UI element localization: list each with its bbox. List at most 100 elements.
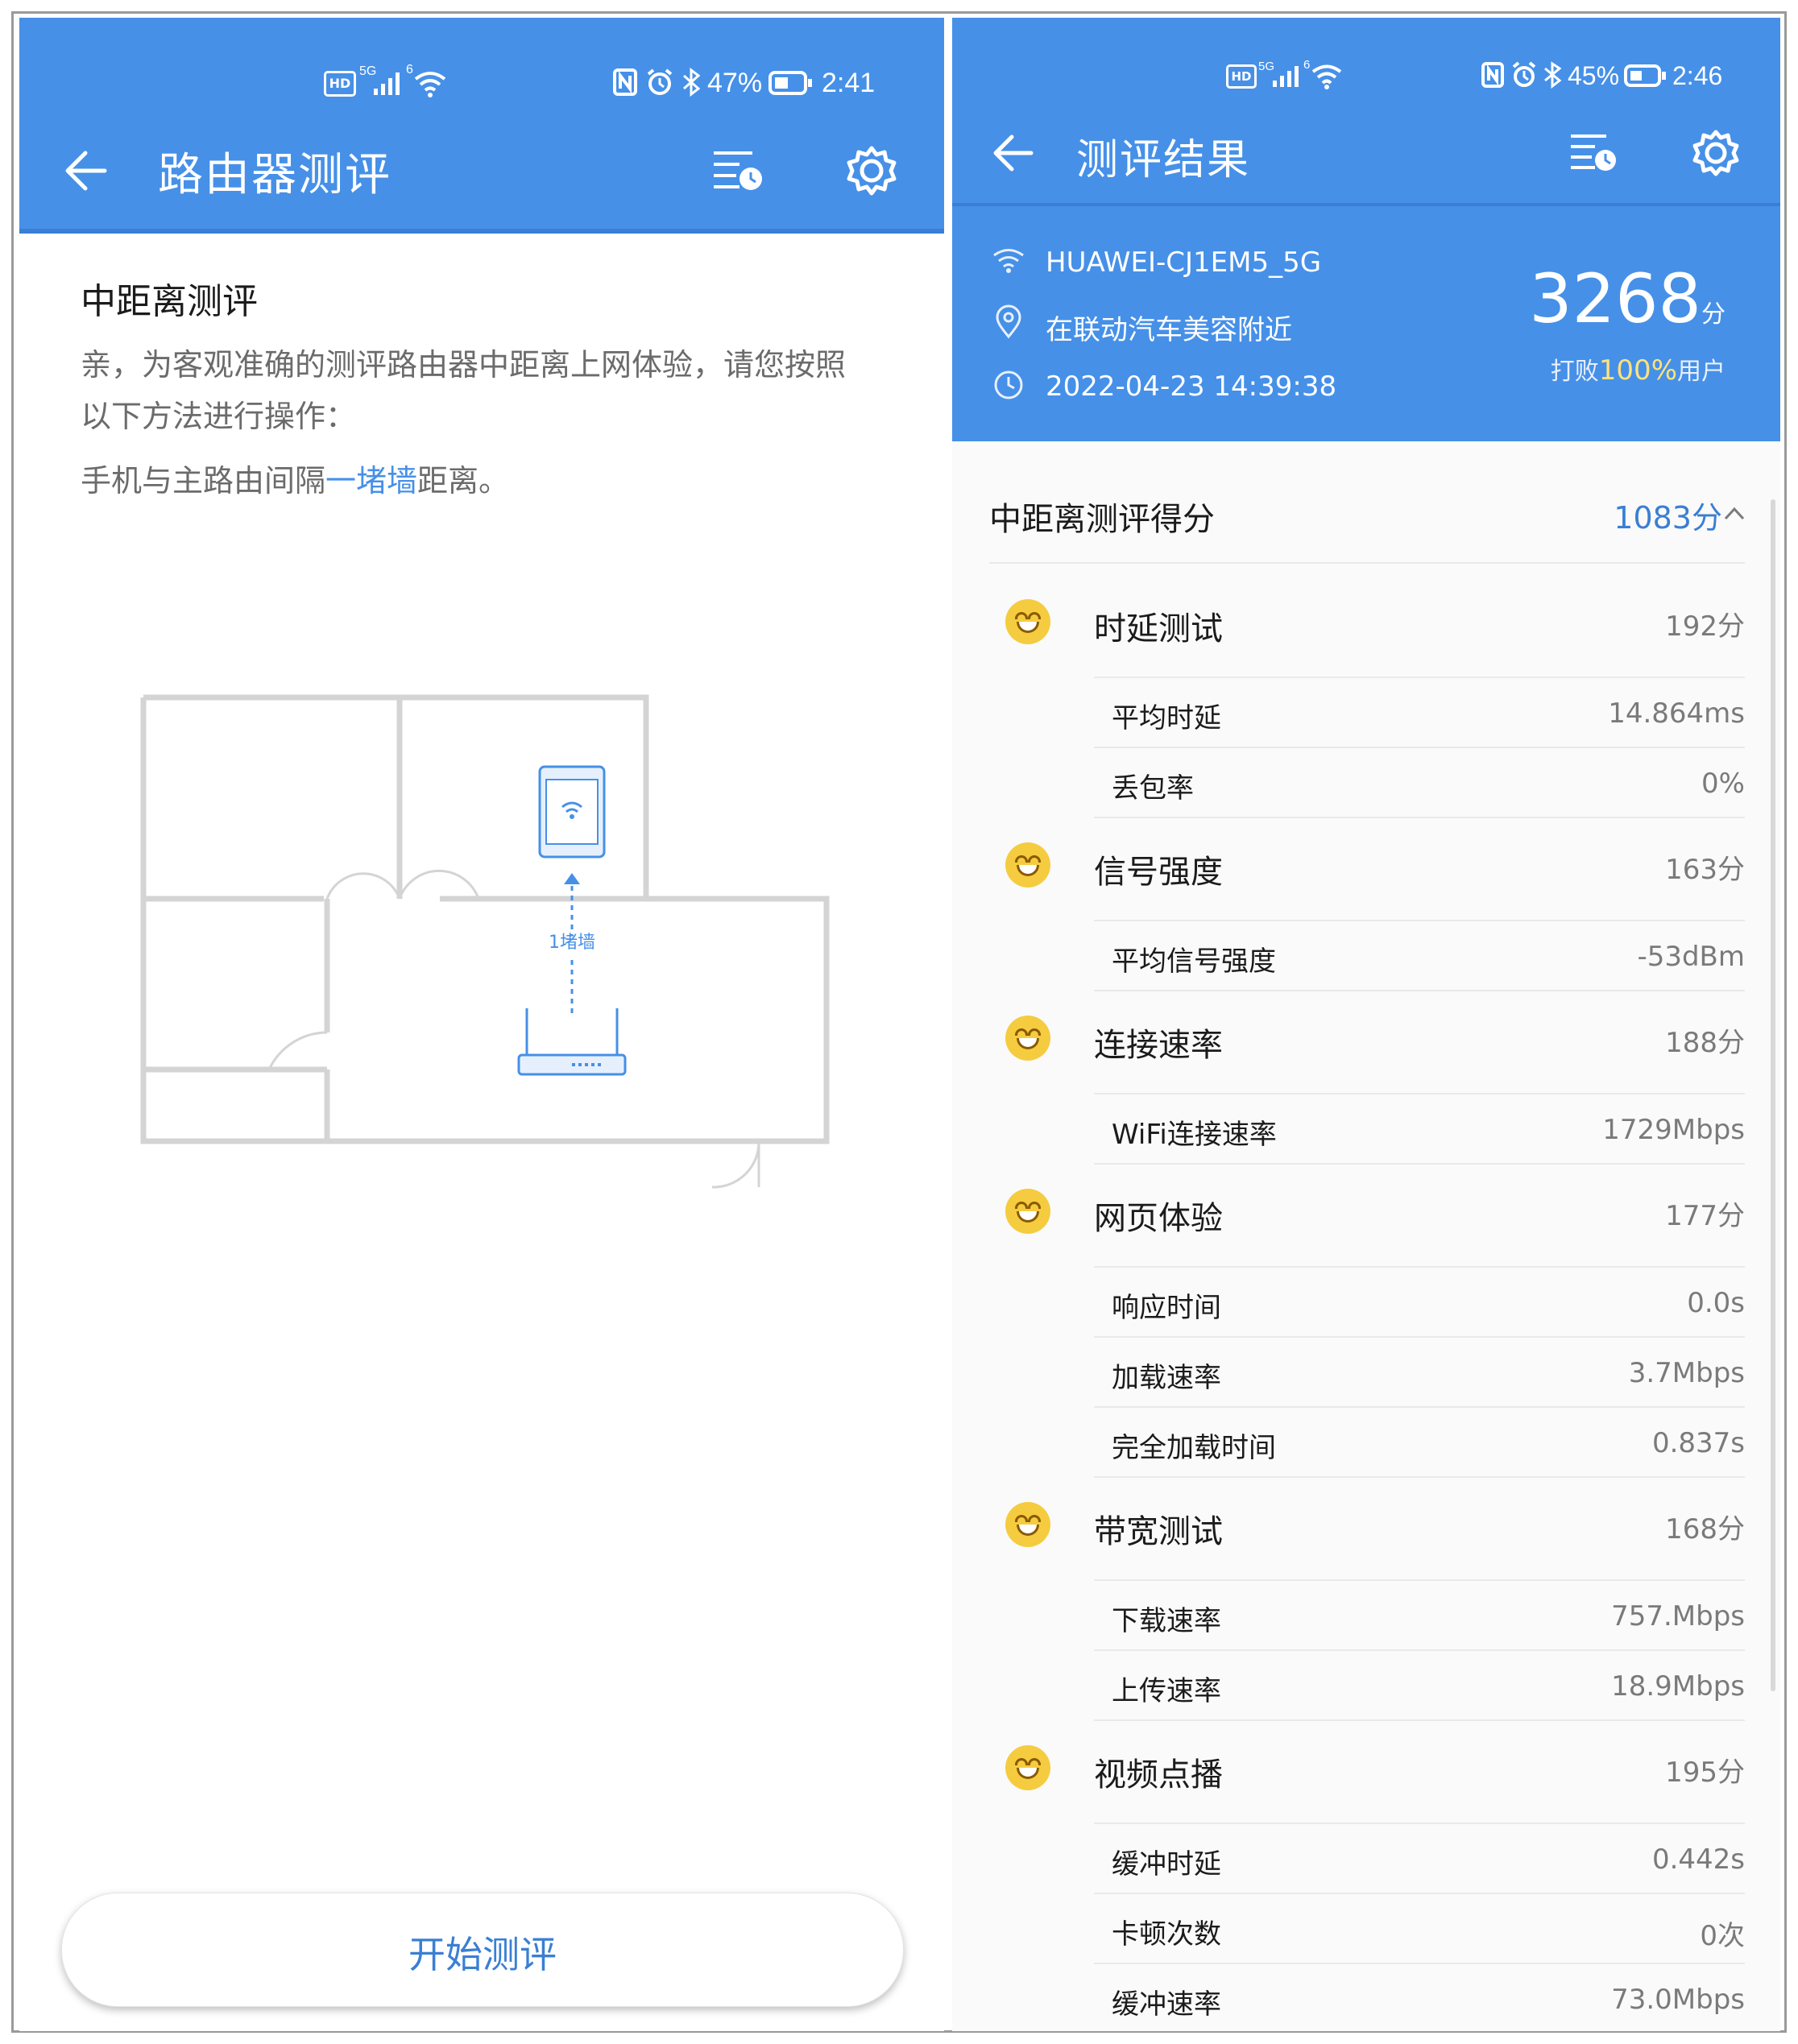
clock-time: 2:41 (822, 68, 876, 98)
beat-prefix: 打败 (1550, 358, 1599, 386)
metric-label: 丢包率 (1112, 772, 1194, 805)
app-header: HD 5G 6 47% 2:41 路由器测评 (19, 18, 944, 234)
settings-gear-icon[interactable] (1692, 129, 1740, 177)
metric-row: 平均时延 14.864ms (1094, 677, 1745, 748)
metric-row: 上传速率 18.9Mbps (1094, 1649, 1745, 1721)
metric-value: 0.442s (1651, 1843, 1745, 1876)
section-score-header[interactable]: 中距离测评得分 1083分 (989, 469, 1745, 564)
wifi-name: HUAWEI-CJ1EM5_5G (1046, 246, 1322, 279)
metric-row: 平均信号强度 -53dBm (1094, 920, 1745, 991)
instruction-link: 一堵墙 (325, 463, 418, 499)
beat-suffix: 用户 (1677, 358, 1726, 386)
total-score: 3268分 (1529, 259, 1726, 338)
smiley-face-icon (1005, 1502, 1050, 1547)
wifi-icon (993, 249, 1024, 273)
group-name: 信号强度 (1094, 854, 1223, 891)
nfc-icon (613, 68, 637, 96)
metric-row: 缓冲时延 0.442s (1094, 1823, 1745, 1894)
back-arrow-icon[interactable] (991, 130, 1036, 176)
beat-ratio: 打败100%用户 (1551, 351, 1726, 387)
floor-plan-diagram: 1堵墙 (140, 694, 830, 1189)
section-score: 1083分 (1614, 500, 1722, 536)
battery-icon (768, 71, 812, 95)
metric-row: 缓冲速率 73.0Mbps (1094, 1963, 1745, 2031)
metric-row: 完全加载时间 0.837s (1094, 1406, 1745, 1478)
metric-value: 3.7Mbps (1628, 1357, 1745, 1389)
history-list-icon[interactable] (712, 148, 764, 193)
metric-label: 平均信号强度 (1112, 945, 1276, 978)
back-arrow-icon[interactable] (63, 147, 111, 195)
start-test-button-label: 开始测评 (408, 1933, 557, 1976)
clock-icon (994, 370, 1023, 399)
metric-value: 18.9Mbps (1611, 1670, 1745, 1703)
settings-gear-icon[interactable] (846, 145, 897, 197)
metric-value: -53dBm (1637, 941, 1745, 973)
page-title: 路由器测评 (158, 149, 392, 201)
beat-value: 100% (1598, 354, 1677, 387)
metric-row: 卡顿次数 0次 (1094, 1893, 1745, 1964)
group-name: 带宽测试 (1094, 1513, 1223, 1550)
group-row: 视频点播 195分 (1005, 1719, 1745, 1824)
group-score: 177分 (1665, 1200, 1745, 1232)
smiley-face-icon (1005, 1745, 1050, 1790)
group-score: 195分 (1665, 1756, 1745, 1789)
metric-label: 响应时间 (1112, 1292, 1221, 1324)
group-row: 带宽测试 168分 (1005, 1476, 1745, 1581)
description-line-2: 以下方法进行操作： (81, 399, 357, 434)
signal-icon (1273, 66, 1299, 87)
nfc-icon (1481, 62, 1504, 88)
wifi-status-icon (1311, 64, 1342, 89)
signal-icon (374, 72, 400, 95)
hd-icon: HD (1226, 64, 1257, 89)
metric-label: 上传速率 (1112, 1675, 1221, 1707)
metric-value: 0次 (1700, 1920, 1745, 1952)
header-divider (952, 203, 1780, 206)
smiley-face-icon (1005, 1189, 1050, 1234)
metric-value: 757.Mbps (1611, 1600, 1745, 1632)
wall-count-label: 1堵墙 (549, 933, 595, 953)
group-score: 192分 (1665, 610, 1745, 643)
metric-value: 73.0Mbps (1611, 1984, 1745, 2016)
battery-icon (1624, 64, 1666, 87)
group-name: 网页体验 (1094, 1200, 1223, 1237)
metric-label: 平均时延 (1112, 702, 1221, 734)
wifi-status-icon (414, 72, 446, 97)
result-header: HD 5G 6 45% 2:46 测评结果 HUAWEI-CJ1EM5_5G 在… (952, 18, 1780, 441)
metric-label: 完全加载时间 (1112, 1432, 1276, 1464)
alarm-icon (647, 68, 673, 95)
description-line-1: 亲，为客观准确的测评路由器中距离上网体验，请您按照 (81, 347, 847, 383)
metric-value: 1729Mbps (1602, 1114, 1745, 1146)
location-pin-icon (996, 304, 1021, 339)
start-test-button[interactable]: 开始测评 (61, 1893, 904, 2007)
section-title: 中距离测评 (81, 281, 258, 322)
metric-value: 0.837s (1651, 1427, 1745, 1459)
group-row: 时延测试 192分 (1005, 573, 1745, 678)
metric-label: 缓冲速率 (1112, 1988, 1221, 2021)
bluetooth-icon (1544, 61, 1562, 89)
metric-label: WiFi连接速率 (1112, 1119, 1277, 1151)
metric-value: 0% (1701, 768, 1745, 800)
page-title: 测评结果 (1076, 136, 1251, 184)
group-row: 网页体验 177分 (1005, 1163, 1745, 1268)
metric-value: 14.864ms (1608, 697, 1745, 730)
alarm-icon (1512, 61, 1536, 87)
metric-row: 丢包率 0% (1094, 747, 1745, 818)
instruction: 手机与主路由间隔一堵墙距离。 (81, 456, 509, 500)
group-name: 连接速率 (1094, 1027, 1223, 1064)
smiley-face-icon (1005, 842, 1050, 888)
metric-row: WiFi连接速率 1729Mbps (1094, 1093, 1745, 1165)
bluetooth-icon (683, 68, 701, 97)
metric-label: 加载速率 (1112, 1362, 1221, 1394)
test-datetime: 2022-04-23 14:39:38 (1046, 370, 1337, 403)
history-list-icon[interactable] (1569, 132, 1618, 174)
metric-value: 0.0s (1687, 1287, 1745, 1319)
group-row: 信号强度 163分 (1005, 817, 1745, 921)
instruction-suffix: 距离。 (417, 463, 510, 499)
smiley-face-icon (1005, 599, 1050, 644)
scrollbar[interactable] (1771, 499, 1775, 1691)
smiley-face-icon (1005, 1016, 1050, 1061)
test-result-screen: HD 5G 6 45% 2:46 测评结果 HUAWEI-CJ1EM5_5G 在… (952, 18, 1780, 2031)
metric-row: 加载速率 3.7Mbps (1094, 1336, 1745, 1408)
group-name: 视频点播 (1094, 1756, 1223, 1794)
group-score: 168分 (1665, 1513, 1745, 1545)
